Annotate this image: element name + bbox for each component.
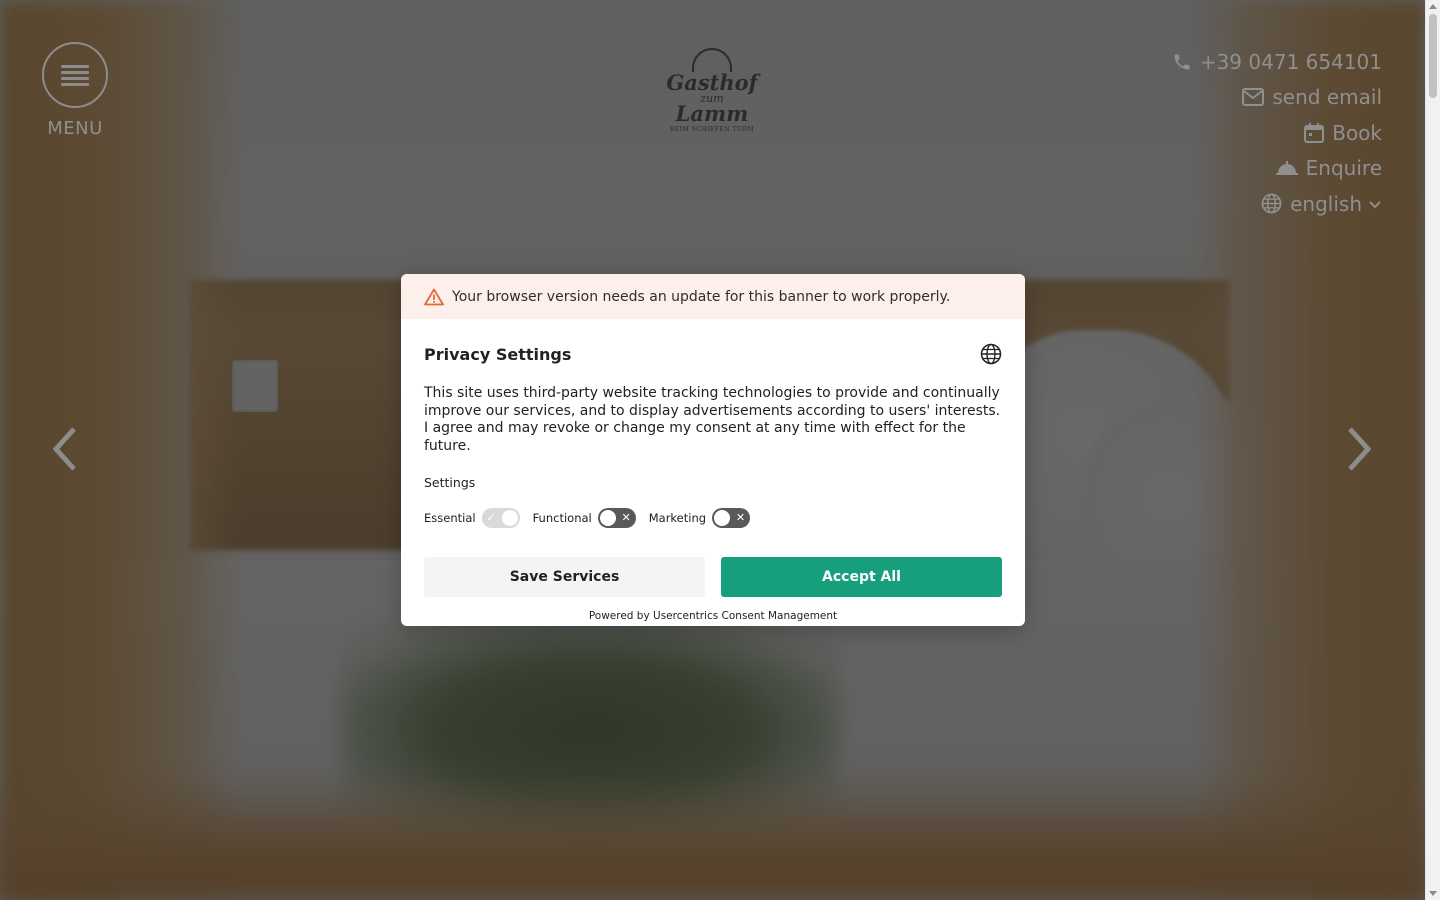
phone-icon [1174, 54, 1190, 70]
mail-icon [1242, 88, 1265, 107]
cloche-icon [1275, 161, 1298, 176]
close-icon: ✕ [735, 511, 746, 524]
marketing-switch[interactable]: ✕ [712, 508, 751, 528]
warning-icon [424, 288, 444, 305]
calendar-icon [1304, 122, 1325, 143]
toggle-marketing[interactable]: Marketing ✕ [648, 508, 751, 528]
scroll-down-icon[interactable] [1429, 891, 1437, 896]
hamburger-icon [61, 62, 89, 89]
powered-by-text[interactable]: Powered by Usercentrics Consent Manageme… [424, 610, 1002, 622]
scrollbar-thumb[interactable] [1429, 14, 1437, 98]
dialog-title: Privacy Settings [424, 344, 572, 364]
chevron-down-icon [1369, 201, 1381, 209]
service-toggles: Essential ✓ Functional ✕ Marketing ✕ [424, 508, 1002, 528]
chevron-left-icon[interactable] [50, 425, 80, 473]
email-link[interactable]: send email [1172, 80, 1382, 116]
menu-button[interactable] [42, 42, 108, 108]
functional-switch[interactable]: ✕ [597, 508, 636, 528]
book-link[interactable]: Book [1172, 115, 1382, 151]
globe-icon [1261, 193, 1282, 214]
toggle-functional-label: Functional [532, 511, 592, 525]
email-text: send email [1272, 85, 1382, 110]
logo-line3: Lamm [675, 101, 749, 126]
book-text: Book [1332, 120, 1382, 145]
logo-line1: Gasthof [666, 70, 758, 95]
enquire-text: Enquire [1305, 156, 1382, 181]
language-selector[interactable]: english [1172, 186, 1382, 222]
close-icon: ✕ [621, 511, 631, 524]
settings-label: Settings [424, 475, 476, 490]
contact-links: +39 0471 654101 send email Book Enquire … [1172, 44, 1382, 222]
accept-all-button[interactable]: Accept All [721, 557, 1002, 597]
toggle-essential-label: Essential [424, 511, 476, 525]
warning-text: Your browser version needs an update for… [452, 288, 951, 305]
logo[interactable]: Gasthof zum Lamm BEIM SCHIEFEN TURM [662, 48, 762, 156]
privacy-settings-dialog: Your browser version needs an update for… [401, 274, 1025, 626]
menu-label[interactable]: MENU [42, 118, 108, 139]
browser-warning: Your browser version needs an update for… [401, 274, 1025, 319]
logo-crest-icon [692, 48, 732, 72]
enquire-link[interactable]: Enquire [1172, 151, 1382, 187]
language-text: english [1290, 191, 1362, 216]
toggle-marketing-label: Marketing [648, 511, 707, 525]
toggle-functional[interactable]: Functional ✕ [533, 508, 636, 528]
scrollbar[interactable] [1425, 0, 1440, 900]
dialog-description: This site uses third-party website track… [424, 385, 1001, 454]
logo-line4: BEIM SCHIEFEN TURM [669, 126, 755, 133]
toggle-essential: Essential ✓ [424, 508, 520, 528]
language-globe-icon[interactable] [980, 343, 1002, 365]
save-services-button[interactable]: Save Services [424, 557, 705, 597]
check-icon: ✓ [486, 511, 496, 524]
phone-link[interactable]: +39 0471 654101 [1172, 44, 1382, 80]
scroll-up-icon[interactable] [1429, 4, 1437, 9]
essential-switch: ✓ [481, 508, 520, 528]
chevron-right-icon[interactable] [1344, 425, 1374, 473]
phone-text: +39 0471 654101 [1199, 49, 1382, 74]
